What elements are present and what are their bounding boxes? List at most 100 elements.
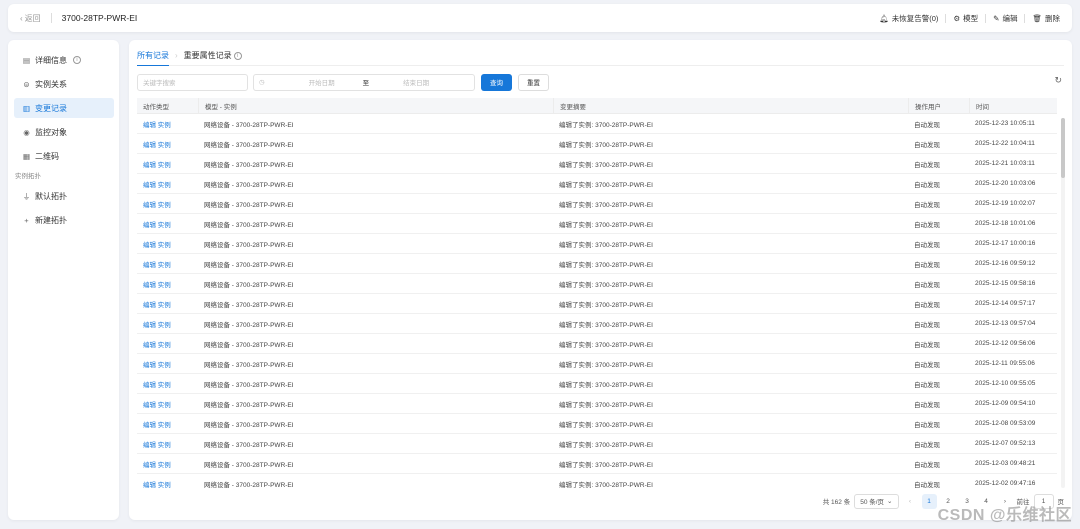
summary-cell: 编辑了实例: 3700-28TP-PWR-EI [559,141,653,149]
sidebar-item-default-topology[interactable]: ⏚ 默认拓扑 [14,186,114,206]
model-cell: 网络设备 - 3700-28TP-PWR-EI [204,341,294,349]
table-row: 编辑 实例 网络设备 - 3700-28TP-PWR-EI 编辑了实例: 3700-… [137,194,1057,214]
prev-page-button[interactable]: ‹ [903,494,918,509]
action-link[interactable]: 编辑 实例 [137,394,198,413]
sidebar-item-label: 变更记录 [35,103,67,113]
model-cell: 网络设备 - 3700-28TP-PWR-EI [204,261,294,269]
time-cell: 2025-12-18 10:01:06 [975,220,1036,227]
chevron-right-icon: › [175,51,178,60]
page-size-select[interactable]: 50 条/页 ⌄ [854,493,899,509]
table-row: 编辑 实例 网络设备 - 3700-28TP-PWR-EI 编辑了实例: 3700-… [137,314,1057,334]
model-cell: 网络设备 - 3700-28TP-PWR-EI [204,141,294,149]
action-link[interactable]: 编辑 实例 [137,274,198,293]
action-link[interactable]: 编辑 实例 [137,134,198,153]
delete-label: 删除 [1045,13,1060,23]
summary-cell: 编辑了实例: 3700-28TP-PWR-EI [559,401,653,409]
user-cell: 自动发现 [914,301,940,309]
user-cell: 自动发现 [914,121,940,129]
top-bar: ‹ 返回 3700-28TP-PWR-EI 🔔︎ 未恢复告警(0) ⚙ 模型 ✎… [8,4,1072,32]
chevron-left-icon: ‹ [20,13,23,23]
model-cell: 网络设备 - 3700-28TP-PWR-EI [204,161,294,169]
link-icon: ⊜ [23,79,30,89]
user-cell: 自动发现 [914,161,940,169]
user-cell: 自动发现 [914,401,940,409]
action-link[interactable]: 编辑 实例 [137,414,198,433]
action-link[interactable]: 编辑 实例 [137,434,198,453]
table-scrollbar[interactable] [1061,118,1065,488]
action-link[interactable]: 编辑 实例 [137,354,198,373]
summary-cell: 编辑了实例: 3700-28TP-PWR-EI [559,281,653,289]
edit-button[interactable]: ✎ 编辑 [993,13,1017,24]
summary-cell: 编辑了实例: 3700-28TP-PWR-EI [559,421,653,429]
action-link[interactable]: 编辑 实例 [137,194,198,213]
action-link[interactable]: 编辑 实例 [137,154,198,173]
search-button[interactable]: 查询 [481,73,512,91]
sidebar-item-relations[interactable]: ⊜ 实例关系 [14,74,114,94]
summary-cell: 编辑了实例: 3700-28TP-PWR-EI [559,261,653,269]
action-link[interactable]: 编辑 实例 [137,234,198,253]
user-cell: 自动发现 [914,481,940,489]
tab-bar: 所有记录 › 重要属性记录 i [137,46,1064,66]
sidebar-item-label: 默认拓扑 [35,191,67,201]
user-cell: 自动发现 [914,321,940,329]
info-icon: i [73,56,81,64]
table-row: 编辑 实例 网络设备 - 3700-28TP-PWR-EI 编辑了实例: 3700-… [137,174,1057,194]
back-button[interactable]: ‹ 返回 [20,13,41,24]
action-link[interactable]: 编辑 实例 [137,294,198,313]
time-cell: 2025-12-02 09:47:16 [975,480,1036,487]
model-cell: 网络设备 - 3700-28TP-PWR-EI [204,461,294,469]
table-row: 编辑 实例 网络设备 - 3700-28TP-PWR-EI 编辑了实例: 3700-… [137,334,1057,354]
keyword-search-input[interactable]: 关键字搜索 [137,73,248,91]
reset-button[interactable]: 重置 [518,73,549,91]
top-actions: 🔔︎ 未恢复告警(0) ⚙ 模型 ✎ 编辑 🗑︎ 删除 [879,13,1060,24]
summary-cell: 编辑了实例: 3700-28TP-PWR-EI [559,161,653,169]
action-link[interactable]: 编辑 实例 [137,254,198,273]
summary-cell: 编辑了实例: 3700-28TP-PWR-EI [559,441,653,449]
model-button[interactable]: ⚙ 模型 [953,13,978,24]
action-link[interactable]: 编辑 实例 [137,454,198,473]
table-row: 编辑 实例 网络设备 - 3700-28TP-PWR-EI 编辑了实例: 3700-… [137,474,1057,488]
alarm-button[interactable]: 🔔︎ 未恢复告警(0) [879,13,938,24]
model-cell: 网络设备 - 3700-28TP-PWR-EI [204,121,294,129]
page-button[interactable]: 1 [921,493,937,509]
delete-button[interactable]: 🗑︎ 删除 [1032,13,1060,24]
end-date-input[interactable]: 结束日期 [381,77,451,87]
table-row: 编辑 实例 网络设备 - 3700-28TP-PWR-EI 编辑了实例: 3700-… [137,454,1057,474]
time-cell: 2025-12-19 10:02:07 [975,200,1036,207]
summary-cell: 编辑了实例: 3700-28TP-PWR-EI [559,301,653,309]
action-link[interactable]: 编辑 实例 [137,114,198,133]
scrollbar-thumb[interactable] [1061,118,1065,178]
action-link[interactable]: 编辑 实例 [137,174,198,193]
model-cell: 网络设备 - 3700-28TP-PWR-EI [204,401,294,409]
sidebar: ▤ 详细信息 i ⊜ 实例关系 ▥ 变更记录 ◉ 监控对象 ▦ 二维码 实例拓扑… [8,40,119,520]
back-label: 返回 [24,13,41,23]
time-cell: 2025-12-14 09:57:17 [975,300,1036,307]
user-cell: 自动发现 [914,261,940,269]
sidebar-item-details[interactable]: ▤ 详细信息 i [14,50,114,70]
table-body: 编辑 实例 网络设备 - 3700-28TP-PWR-EI 编辑了实例: 3700-… [137,114,1057,488]
history-icon: ▥ [22,103,31,113]
start-date-input[interactable]: 开始日期 [287,77,357,87]
summary-cell: 编辑了实例: 3700-28TP-PWR-EI [559,241,653,249]
column-header: 时间 [969,98,1057,113]
time-cell: 2025-12-17 10:00:16 [975,240,1036,247]
action-link[interactable]: 编辑 实例 [137,334,198,353]
model-cell: 网络设备 - 3700-28TP-PWR-EI [204,201,294,209]
table-row: 编辑 实例 网络设备 - 3700-28TP-PWR-EI 编辑了实例: 3700-… [137,394,1057,414]
action-link[interactable]: 编辑 实例 [137,474,198,489]
sidebar-item-new-topology[interactable]: + 新建拓扑 [14,210,114,230]
time-cell: 2025-12-13 09:57:04 [975,320,1036,327]
date-range-picker[interactable]: ◷ 开始日期 至 结束日期 [253,73,475,91]
sidebar-item-qrcode[interactable]: ▦ 二维码 [14,146,114,166]
tab-all-records[interactable]: 所有记录 [137,46,169,66]
action-link[interactable]: 编辑 实例 [137,314,198,333]
document-icon: ▤ [22,55,31,65]
action-link[interactable]: 编辑 实例 [137,374,198,393]
sidebar-item-monitor[interactable]: ◉ 监控对象 [14,122,114,142]
refresh-icon[interactable]: ↻ [1054,75,1062,86]
plus-icon: + [24,215,29,225]
range-separator: 至 [362,80,370,87]
sidebar-item-change-records[interactable]: ▥ 变更记录 [14,98,114,118]
action-link[interactable]: 编辑 实例 [137,214,198,233]
tab-important-records[interactable]: 重要属性记录 i [184,46,242,66]
